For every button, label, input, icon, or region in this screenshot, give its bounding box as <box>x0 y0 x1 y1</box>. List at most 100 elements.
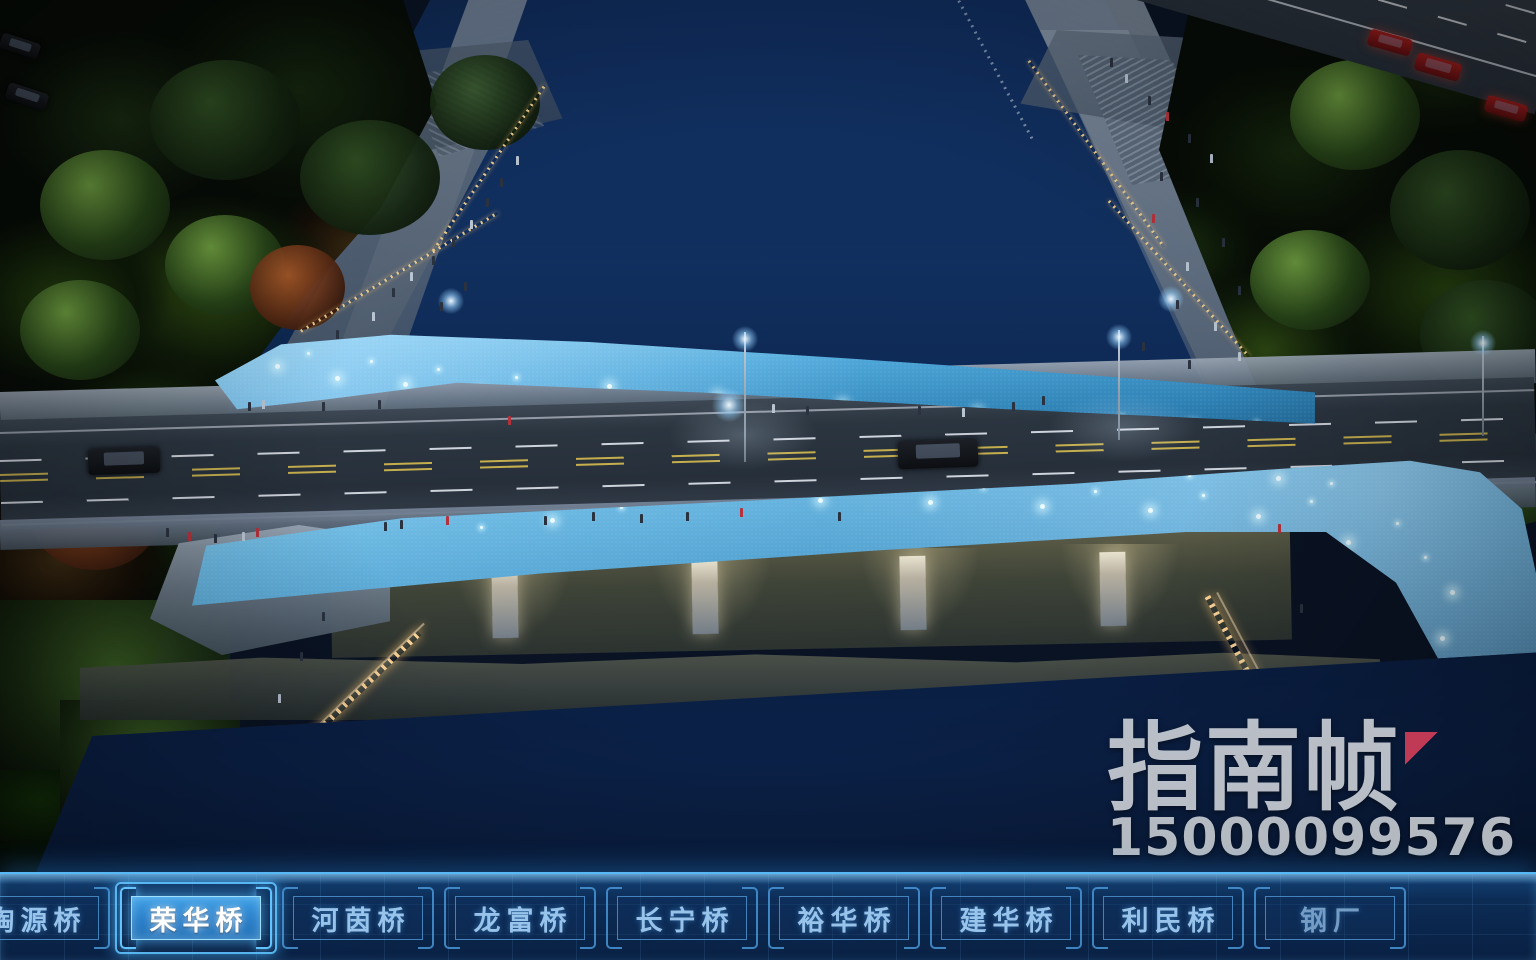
street-lamp-head <box>1158 286 1184 312</box>
tree <box>150 60 300 180</box>
tree <box>1250 230 1370 330</box>
bridge-tab-4[interactable]: 长宁桥 <box>606 887 758 949</box>
pedestrian <box>1166 112 1169 121</box>
pedestrian <box>592 512 595 521</box>
pedestrian <box>336 330 339 339</box>
pedestrian <box>1042 396 1045 405</box>
tree <box>1390 150 1530 270</box>
pedestrian <box>214 534 217 543</box>
pedestrian <box>440 302 443 311</box>
pedestrian <box>1238 352 1241 361</box>
pedestrian <box>166 528 169 537</box>
pedestrian <box>1125 74 1128 83</box>
pedestrian <box>322 402 325 411</box>
pedestrian <box>1278 524 1281 533</box>
pedestrian <box>400 520 403 529</box>
pedestrian <box>262 400 265 409</box>
pedestrian <box>242 532 245 541</box>
pedestrian <box>452 238 455 247</box>
lamp-light-pool <box>1048 392 1198 462</box>
pedestrian <box>372 312 375 321</box>
pedestrian <box>1300 604 1303 613</box>
bridge-tab-3[interactable]: 龙富桥 <box>444 887 596 949</box>
pedestrian <box>1160 172 1163 181</box>
pedestrian <box>446 516 449 525</box>
pedestrian <box>1186 262 1189 271</box>
pedestrian <box>486 198 489 207</box>
bridge-tab-list[interactable]: 陶源桥 荣华桥 河茵桥 龙富桥 长宁桥 裕华桥 建华桥 利民桥 钢厂 <box>0 874 1406 960</box>
screenshot-root: 指南帧 15000099576 陶源桥荣华桥河茵桥龙富桥长宁桥裕华桥建华桥利民桥… <box>0 0 1536 960</box>
pedestrian <box>508 416 511 425</box>
pedestrian <box>1176 300 1179 309</box>
bridge-tab-5[interactable]: 裕华桥 <box>768 887 920 949</box>
pedestrian <box>838 512 841 521</box>
bridge-tab-8[interactable]: 钢厂 <box>1254 887 1406 949</box>
pedestrian <box>1012 402 1015 411</box>
pedestrian <box>248 402 251 411</box>
pedestrian <box>686 512 689 521</box>
tree <box>40 150 170 260</box>
pedestrian <box>1152 214 1155 223</box>
pedestrian <box>432 256 435 265</box>
pedestrian <box>1222 238 1225 247</box>
pedestrian <box>1148 96 1151 105</box>
tree <box>20 280 140 380</box>
car <box>897 438 979 470</box>
pedestrian <box>378 400 381 409</box>
pedestrian <box>256 528 259 537</box>
pedestrian <box>500 178 503 187</box>
bridge-tab-label: 钢厂 <box>1300 905 1366 937</box>
pedestrian <box>410 272 413 281</box>
pedestrian <box>740 508 743 517</box>
pedestrian <box>322 612 325 621</box>
pedestrian <box>278 694 281 703</box>
pedestrian <box>1188 360 1191 369</box>
bridge-tab-7[interactable]: 利民桥 <box>1092 887 1244 949</box>
pedestrian <box>516 156 519 165</box>
street-lamp-head <box>712 388 746 422</box>
bridge-tab-label: 长宁桥 <box>635 905 735 937</box>
pedestrian <box>918 406 921 415</box>
pedestrian <box>1214 322 1217 331</box>
pedestrian <box>1210 154 1213 163</box>
tree <box>430 55 540 150</box>
bridge-tab-label: 陶源桥 <box>0 905 87 937</box>
pedestrian <box>1196 198 1199 207</box>
night-aerial-render <box>0 0 1536 960</box>
pedestrian <box>772 404 775 413</box>
street-lamp-head <box>1470 330 1496 356</box>
bridge-tab-2[interactable]: 河茵桥 <box>282 887 434 949</box>
bridge-selector-bar[interactable]: 陶源桥 荣华桥 河茵桥 龙富桥 长宁桥 裕华桥 建华桥 利民桥 钢厂 <box>0 872 1536 960</box>
tree <box>250 245 345 330</box>
car <box>87 446 161 476</box>
tree <box>300 120 440 235</box>
bridge-tab-0[interactable]: 陶源桥 <box>0 887 110 949</box>
pedestrian <box>300 652 303 661</box>
street-lamp-head <box>1106 324 1132 350</box>
bridge-pier <box>1099 551 1127 627</box>
pedestrian <box>544 516 547 525</box>
bridge-tab-label: 利民桥 <box>1121 905 1221 937</box>
pedestrian <box>1142 342 1145 351</box>
bridge-tab-6[interactable]: 建华桥 <box>930 887 1082 949</box>
pedestrian <box>640 514 643 523</box>
pedestrian <box>1110 58 1113 67</box>
pedestrian <box>464 282 467 291</box>
pedestrian <box>188 532 191 541</box>
pedestrian <box>806 406 809 415</box>
pedestrian <box>470 220 473 229</box>
bridge-tab-1[interactable]: 荣华桥 <box>115 882 277 954</box>
bridge-tab-label: 荣华桥 <box>149 905 249 937</box>
street-lamp-head <box>732 326 758 352</box>
bridge-pier <box>899 555 927 631</box>
pedestrian <box>392 288 395 297</box>
tree <box>1290 60 1420 170</box>
bridge-tab-label: 龙富桥 <box>473 905 573 937</box>
pedestrian <box>384 522 387 531</box>
bridge-pier <box>691 559 719 635</box>
bridge-tab-label: 裕华桥 <box>797 905 897 937</box>
bridge-tab-label: 建华桥 <box>959 905 1059 937</box>
bridge-tab-label: 河茵桥 <box>311 905 411 937</box>
pedestrian <box>1188 134 1191 143</box>
pedestrian <box>962 408 965 417</box>
